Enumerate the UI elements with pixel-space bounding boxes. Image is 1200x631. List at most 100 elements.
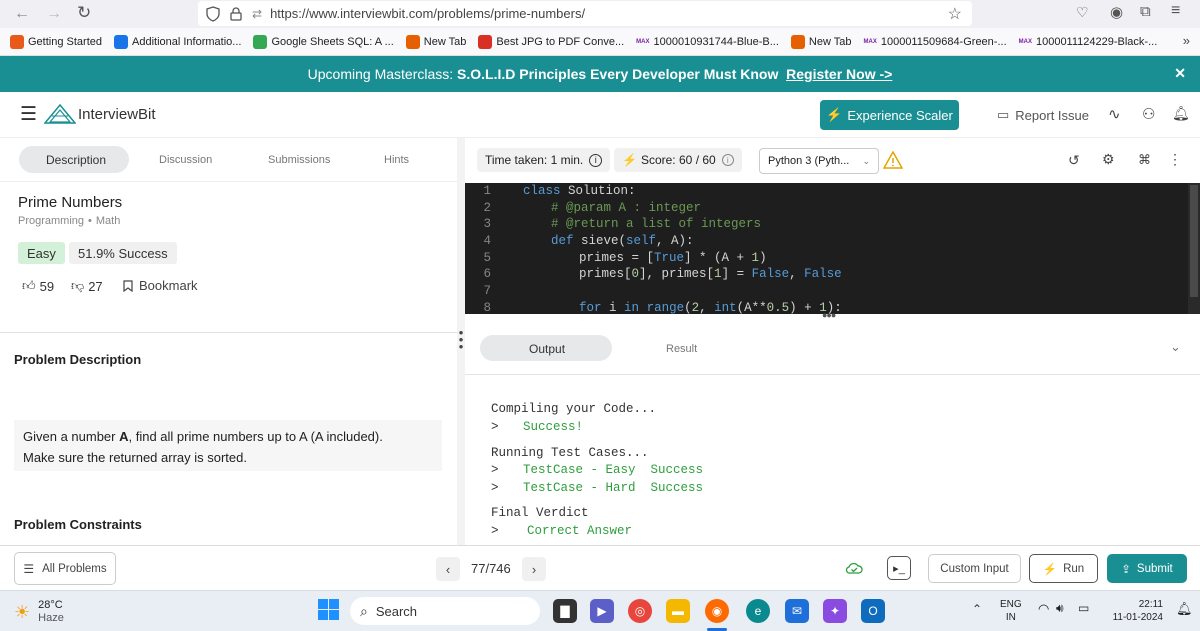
prev-problem-button[interactable]: ‹ bbox=[436, 557, 460, 581]
tab-output[interactable]: Output bbox=[529, 342, 565, 356]
bookmark-item[interactable]: Getting Started bbox=[10, 34, 102, 49]
volume-icon[interactable]: 🔊︎ bbox=[1056, 601, 1064, 616]
code-text: def sieve(self, A): bbox=[501, 233, 694, 250]
like-button[interactable]: 👍︎ 59 bbox=[22, 278, 54, 294]
forward-icon[interactable]: → bbox=[46, 5, 62, 23]
line-number: 5 bbox=[483, 250, 491, 265]
submit-label: Submit bbox=[1136, 562, 1173, 575]
profile-icon[interactable]: ⚇ bbox=[1142, 105, 1155, 123]
dislike-button[interactable]: 👎︎ 27 bbox=[71, 278, 103, 294]
address-bar[interactable]: ⇄ https://www.interviewbit.com/problems/… bbox=[198, 1, 972, 26]
code-token: sieve( bbox=[573, 234, 627, 249]
brand-name: InterviewBit bbox=[78, 105, 156, 123]
console-toggle-icon[interactable]: ▸_ bbox=[887, 556, 911, 580]
clock[interactable]: 22:11 11-01-2024 bbox=[1103, 598, 1163, 624]
activity-icon[interactable]: ∿ bbox=[1108, 105, 1121, 123]
tab-description[interactable]: Description bbox=[46, 153, 106, 167]
folder-icon[interactable]: ▬ bbox=[666, 599, 690, 623]
register-link[interactable]: Register Now -> bbox=[786, 66, 892, 82]
code-token: False bbox=[804, 267, 842, 282]
chrome-icon[interactable]: ◎ bbox=[628, 599, 652, 623]
code-editor[interactable]: 1 class Solution: 2 # @param A : integer 3 # … bbox=[465, 183, 1200, 314]
bookmark-item[interactable]: MAX 1000011509684-Green-... bbox=[864, 36, 1007, 48]
copilot-icon[interactable]: ✦ bbox=[823, 599, 847, 623]
hamburger-icon[interactable]: ☰ bbox=[20, 103, 37, 126]
mail-icon[interactable]: ✉ bbox=[785, 599, 809, 623]
score-value: 60 bbox=[678, 153, 693, 167]
collapse-chevron-icon[interactable]: ⌄ bbox=[1170, 339, 1181, 355]
bookmark-item[interactable]: MAX 1000011124229-Black-... bbox=[1019, 36, 1158, 48]
shortcuts-icon[interactable]: ⌘ bbox=[1138, 152, 1151, 168]
bookmark-item[interactable]: Additional Informatio... bbox=[114, 34, 241, 49]
info-icon[interactable]: i bbox=[721, 154, 734, 166]
account-icon[interactable]: ◉ bbox=[1110, 3, 1123, 21]
weather-widget[interactable]: ☀ 28°C Haze bbox=[14, 599, 64, 625]
app-header: ☰ InterviewBit ⚡ Experience Scaler ▭ Rep… bbox=[0, 92, 1200, 138]
language-select[interactable]: Python 3 (Pyth... ⌄ bbox=[759, 148, 879, 174]
code-token: ) + bbox=[789, 300, 820, 314]
bookmark-item[interactable]: Best JPG to PDF Conve... bbox=[478, 34, 625, 49]
wifi-icon[interactable]: ◠ bbox=[1038, 601, 1049, 617]
brand-logo[interactable]: InterviewBit bbox=[44, 104, 156, 124]
bookmark-prefix: MAX bbox=[863, 38, 877, 45]
bookmark-item[interactable]: MAX 1000010931744-Blue-B... bbox=[636, 36, 779, 48]
reset-icon[interactable]: ↺ bbox=[1068, 152, 1080, 169]
file-explorer-dark-icon[interactable]: ▇ bbox=[553, 599, 577, 623]
more-options-icon[interactable]: ⋮ bbox=[1168, 151, 1182, 168]
extensions-icon[interactable]: ⧉ bbox=[1140, 3, 1151, 20]
category-tag[interactable]: Programming bbox=[18, 215, 84, 227]
desc-text: Given a number bbox=[23, 429, 120, 444]
experience-scaler-button[interactable]: ⚡ Experience Scaler bbox=[820, 100, 959, 130]
taskbar-search[interactable]: ⌕ Search bbox=[350, 597, 540, 625]
tray-chevron-icon[interactable]: ⌃ bbox=[972, 602, 982, 616]
settings-icon[interactable]: ⚙ bbox=[1102, 151, 1115, 168]
star-icon[interactable]: ☆ bbox=[948, 4, 962, 24]
browser-toolbar: ← → ↻ ⇄ https://www.interviewbit.com/pro… bbox=[0, 0, 1200, 28]
submit-button[interactable]: ⇪ Submit bbox=[1107, 554, 1187, 583]
lang-primary: ENG bbox=[1000, 599, 1022, 610]
tab-submissions[interactable]: Submissions bbox=[268, 154, 330, 166]
tab-result[interactable]: Result bbox=[666, 343, 697, 355]
run-button[interactable]: ⚡ Run bbox=[1029, 554, 1098, 583]
bookmark-item[interactable]: New Tab bbox=[790, 34, 852, 49]
language-indicator[interactable]: ENG IN bbox=[1000, 598, 1022, 624]
tab-hints[interactable]: Hints bbox=[384, 154, 409, 166]
edge-icon[interactable]: e bbox=[746, 599, 770, 623]
report-issue-button[interactable]: ▭ Report Issue bbox=[997, 107, 1089, 123]
battery-icon[interactable]: ▭ bbox=[1078, 601, 1089, 615]
firefox-icon[interactable]: ◉ bbox=[705, 599, 729, 623]
warning-icon[interactable] bbox=[883, 151, 903, 169]
custom-input-button[interactable]: Custom Input bbox=[928, 554, 1021, 583]
reload-icon[interactable]: ↻ bbox=[77, 3, 91, 23]
banner-close-icon[interactable]: ✕ bbox=[1174, 65, 1186, 82]
bookmark-button[interactable]: Bookmark bbox=[123, 278, 198, 293]
next-problem-button[interactable]: › bbox=[522, 557, 546, 581]
menu-icon[interactable]: ≡ bbox=[1171, 2, 1180, 20]
bookmark-prefix: MAX bbox=[1018, 38, 1032, 45]
language-value: Python 3 (Pyth... bbox=[768, 155, 850, 167]
tab-discussion[interactable]: Discussion bbox=[159, 154, 212, 166]
code-token: ] = bbox=[721, 267, 752, 282]
subcategory-tag[interactable]: Math bbox=[96, 215, 120, 227]
resize-handle-icon[interactable]: ●●● bbox=[822, 310, 836, 320]
all-problems-button[interactable]: ☰ All Problems bbox=[14, 552, 116, 585]
windows-start-icon[interactable] bbox=[318, 599, 340, 621]
permissions-icon[interactable]: ⇄ bbox=[252, 7, 262, 21]
scrollbar-thumb[interactable] bbox=[1190, 185, 1198, 297]
bell-icon[interactable]: 🔔︎ bbox=[1172, 105, 1190, 122]
back-icon[interactable]: ← bbox=[14, 5, 30, 23]
notification-bell-icon[interactable]: 🔔︎ bbox=[1176, 601, 1193, 617]
bookmark-item[interactable]: Google Sheets SQL: A ... bbox=[253, 34, 394, 49]
outlook-icon[interactable]: O bbox=[861, 599, 885, 623]
code-token: def bbox=[551, 234, 574, 249]
editor-scrollbar[interactable] bbox=[1188, 183, 1200, 314]
clock-time: 22:11 bbox=[1138, 599, 1163, 610]
more-bookmarks-icon[interactable]: » bbox=[1183, 33, 1190, 48]
bookmark-label: Best JPG to PDF Conve... bbox=[496, 35, 625, 48]
bookmark-item[interactable]: New Tab bbox=[405, 34, 466, 49]
pocket-icon[interactable]: ♡ bbox=[1076, 4, 1089, 21]
info-icon[interactable]: i bbox=[589, 153, 603, 167]
drag-handle-icon[interactable]: • • • bbox=[457, 326, 465, 353]
teams-icon[interactable]: ▶ bbox=[590, 599, 614, 623]
